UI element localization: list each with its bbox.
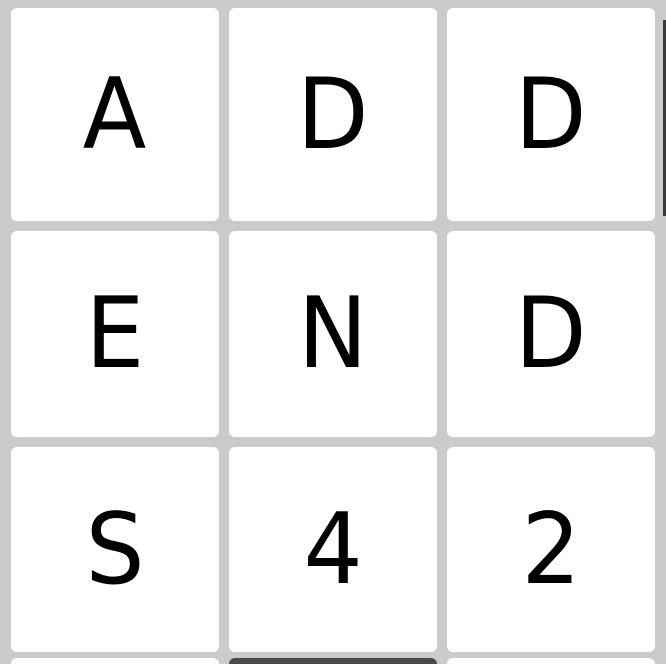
next-row-tile[interactable] (447, 658, 655, 664)
next-row-tile-dark[interactable] (229, 658, 437, 664)
tile-letter: A (83, 57, 147, 172)
tile-r3-c3[interactable]: 2 (447, 447, 655, 652)
tile-r3-c1[interactable]: S (11, 447, 219, 652)
tile-letter: S (85, 492, 145, 607)
tile-r2-c1[interactable]: E (11, 231, 219, 437)
tile-letter: D (297, 57, 369, 172)
tile-r1-c3[interactable]: D (447, 8, 655, 221)
tile-grid: A D D E N D S 4 2 (11, 8, 655, 652)
tile-letter: N (298, 277, 368, 391)
tile-letter: D (515, 277, 587, 391)
tile-letter: 2 (521, 492, 581, 607)
game-board: A D D E N D S 4 2 (0, 0, 666, 664)
tile-r2-c2[interactable]: N (229, 231, 437, 437)
next-row-tile[interactable] (11, 658, 219, 664)
tile-letter: D (515, 57, 587, 172)
tile-r1-c2[interactable]: D (229, 8, 437, 221)
tile-letter: 4 (303, 492, 363, 607)
tile-letter: E (85, 277, 145, 391)
tile-r2-c3[interactable]: D (447, 231, 655, 437)
tile-r3-c2[interactable]: 4 (229, 447, 437, 652)
tile-r1-c1[interactable]: A (11, 8, 219, 221)
